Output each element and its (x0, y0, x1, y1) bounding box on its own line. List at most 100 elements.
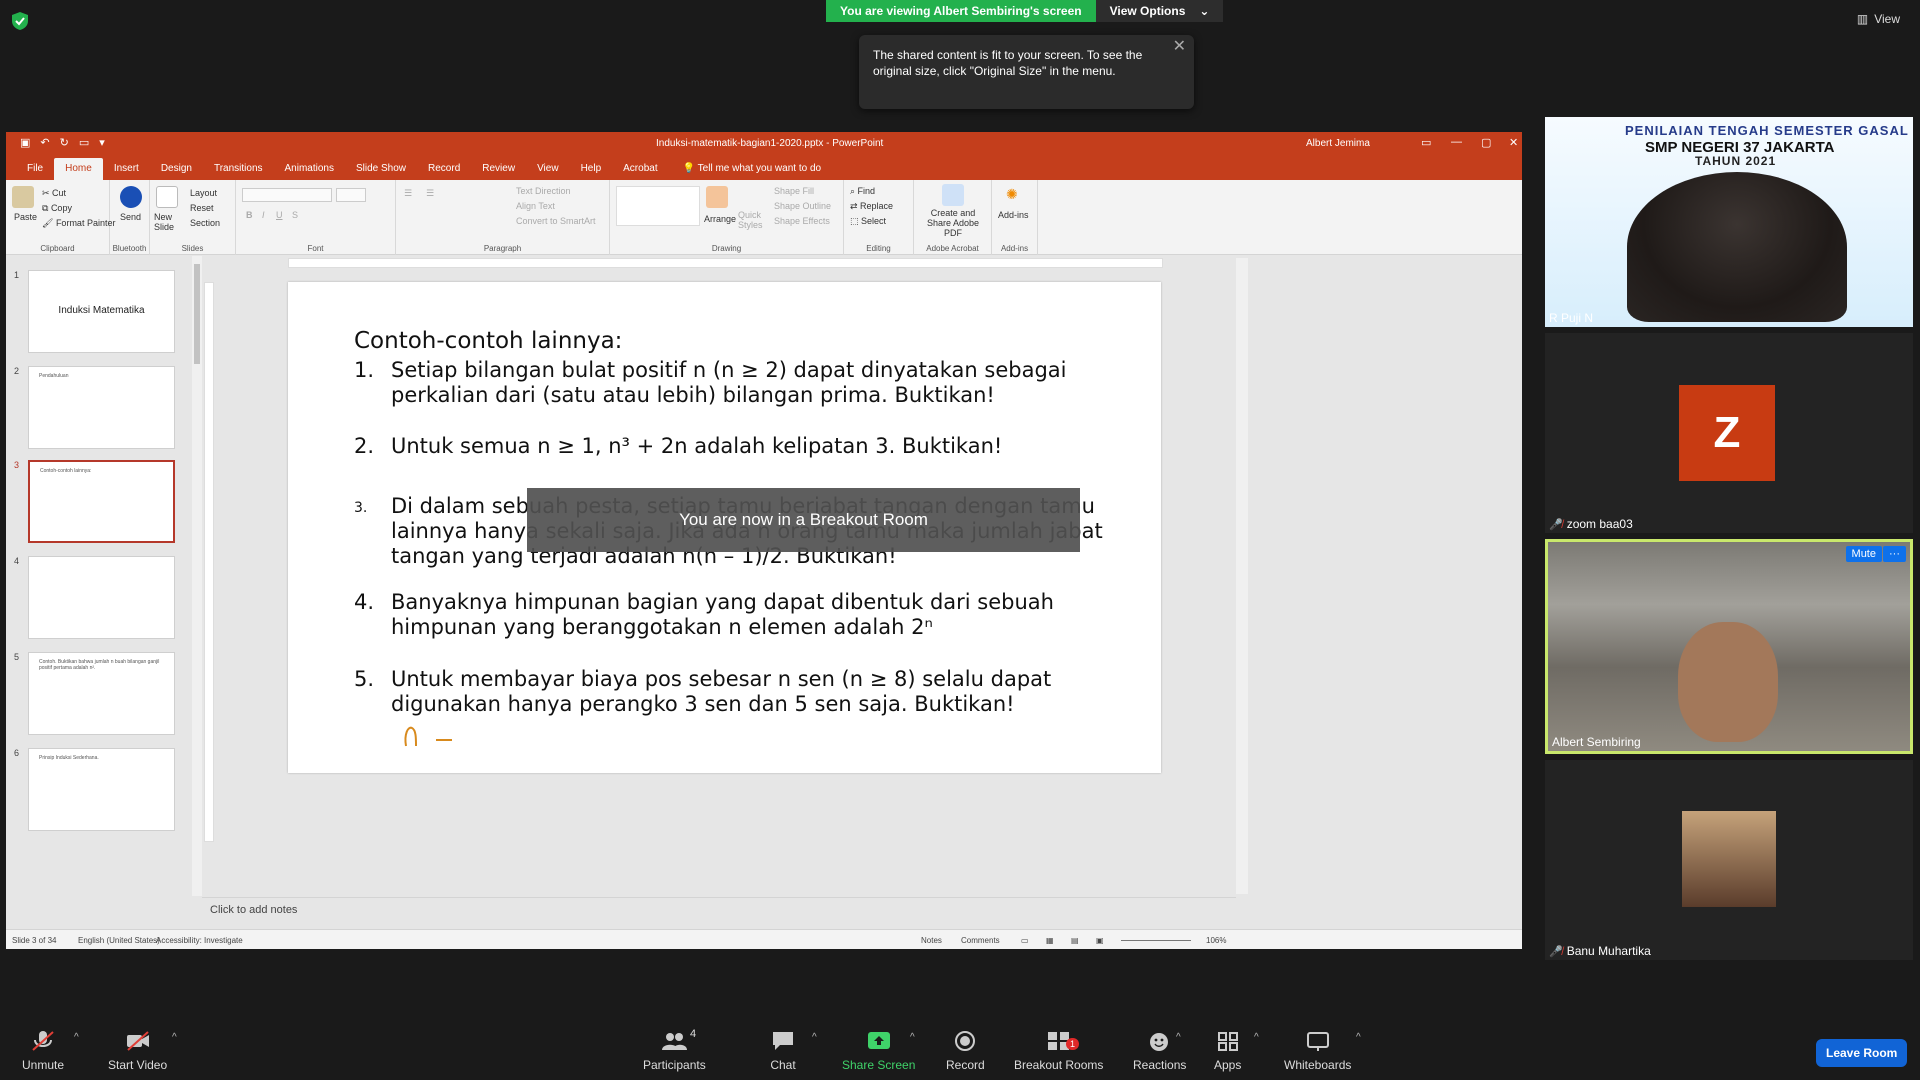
redo-icon[interactable]: ↻ (60, 136, 69, 149)
bullets-icon[interactable]: ☰ (404, 188, 412, 199)
layout-button[interactable]: Layout (190, 188, 217, 198)
format-painter-button[interactable]: 🖌 Format Painter (42, 218, 115, 229)
addins-button[interactable]: Add-ins (998, 210, 1029, 220)
slide-thumbnail[interactable]: Pendahuluan (28, 366, 175, 449)
tab-slide-show[interactable]: Slide Show (345, 158, 417, 180)
thumbnail-scrollbar[interactable] (192, 256, 202, 896)
share-options-caret[interactable]: ^ (910, 1032, 915, 1043)
whiteboards-caret[interactable]: ^ (1356, 1032, 1361, 1043)
reactions-caret[interactable]: ^ (1176, 1032, 1181, 1043)
find-button[interactable]: ⌕ Find (850, 186, 875, 197)
zoom-level[interactable]: 106% (1206, 936, 1226, 945)
quick-styles-button[interactable]: Quick Styles (738, 210, 768, 230)
select-button[interactable]: ⬚ Select (850, 216, 886, 227)
view-options-button[interactable]: View Options ⌄ (1095, 0, 1224, 22)
new-slide-button[interactable] (156, 186, 178, 210)
mute-participant-button[interactable]: Mute (1845, 546, 1882, 562)
account-name[interactable]: Albert Jemima (1306, 138, 1370, 149)
accessibility-status[interactable]: Accessibility: Investigate (156, 936, 243, 945)
view-button[interactable]: ▥ View (1857, 12, 1900, 26)
tab-view[interactable]: View (526, 158, 570, 180)
slide-thumbnail[interactable] (28, 556, 175, 639)
comments-toggle[interactable]: Comments (961, 936, 1000, 945)
slide-sorter-icon[interactable]: ▦ (1046, 936, 1054, 945)
slide-thumbnail-selected[interactable]: Contoh-contoh lainnya: (28, 460, 175, 543)
whiteboards-button[interactable]: Whiteboards (1284, 1030, 1351, 1072)
language-indicator[interactable]: English (United States) (78, 936, 160, 945)
more-options-button[interactable]: ··· (1883, 546, 1906, 562)
video-options-caret[interactable]: ^ (172, 1032, 177, 1043)
maximize-icon[interactable]: ▢ (1481, 136, 1491, 149)
italic-button[interactable]: I (262, 210, 265, 220)
normal-view-icon[interactable]: ▭ (1021, 936, 1029, 945)
bold-button[interactable]: B (246, 210, 253, 220)
start-video-button[interactable]: Start Video (108, 1030, 167, 1072)
close-icon[interactable]: ✕ (1173, 39, 1186, 55)
tab-design[interactable]: Design (150, 158, 203, 180)
section-button[interactable]: Section (190, 218, 220, 228)
arrange-button[interactable] (706, 186, 728, 210)
minimize-icon[interactable]: — (1451, 136, 1462, 148)
chat-options-caret[interactable]: ^ (812, 1032, 817, 1043)
ribbon-display-icon[interactable]: ▭ (1421, 136, 1431, 149)
tab-insert[interactable]: Insert (103, 158, 150, 180)
bluetooth-send-button[interactable] (120, 186, 142, 210)
cut-button[interactable]: ✂ Cut (42, 188, 66, 199)
participant-tile-active-speaker[interactable]: Mute ··· Albert Sembiring (1545, 539, 1913, 754)
apps-caret[interactable]: ^ (1254, 1032, 1259, 1043)
save-icon[interactable]: ▣ (20, 136, 30, 149)
copy-button[interactable]: ⧉ Copy (42, 203, 72, 214)
tab-transitions[interactable]: Transitions (203, 158, 274, 180)
reset-button[interactable]: Reset (190, 203, 214, 213)
text-direction-button[interactable]: Text Direction (516, 186, 571, 196)
replace-button[interactable]: ⇄ Replace (850, 201, 893, 212)
chat-button[interactable]: Chat (770, 1030, 796, 1072)
close-window-icon[interactable]: ✕ (1509, 136, 1518, 149)
participants-button[interactable]: Participants (643, 1030, 706, 1072)
notes-pane[interactable]: Click to add notes (202, 897, 1236, 921)
align-text-button[interactable]: Align Text (516, 201, 555, 211)
shape-effects-button[interactable]: Shape Effects (774, 216, 830, 226)
participant-tile[interactable]: Z 🎤̸ zoom baa03 (1545, 333, 1913, 533)
slide-thumbnail[interactable]: Prinsip Induksi Sederhana. (28, 748, 175, 831)
font-family-select[interactable] (242, 188, 332, 202)
tab-record[interactable]: Record (417, 158, 471, 180)
reading-view-icon[interactable]: ▤ (1071, 936, 1079, 945)
tab-review[interactable]: Review (471, 158, 526, 180)
shape-fill-button[interactable]: Shape Fill (774, 186, 814, 196)
numbering-icon[interactable]: ☰ (426, 188, 434, 199)
record-button[interactable]: Record (946, 1030, 985, 1072)
paste-button[interactable] (12, 186, 34, 210)
font-size-select[interactable] (336, 188, 366, 202)
leave-room-button[interactable]: Leave Room (1816, 1039, 1908, 1067)
underline-button[interactable]: U (276, 210, 283, 220)
tab-help[interactable]: Help (570, 158, 613, 180)
notes-toggle[interactable]: Notes (921, 936, 942, 945)
scrollbar-thumb[interactable] (194, 264, 200, 364)
zoom-slider[interactable] (1121, 940, 1191, 941)
undo-icon[interactable]: ↶ (40, 136, 49, 149)
slide-thumbnail[interactable]: Induksi Matematika (28, 270, 175, 353)
apps-button[interactable]: Apps (1214, 1030, 1241, 1072)
create-pdf-button[interactable] (942, 184, 964, 208)
unmute-button[interactable]: Unmute (22, 1030, 64, 1072)
participant-tile[interactable]: 🎤̸ Banu Muhartika (1545, 760, 1913, 960)
present-icon[interactable]: ▭ (79, 136, 89, 149)
participant-tile[interactable]: PENILAIAN TENGAH SEMESTER GASAL SMP NEGE… (1545, 117, 1913, 327)
addins-icon[interactable]: ✺ (1006, 186, 1018, 203)
shape-outline-button[interactable]: Shape Outline (774, 201, 831, 211)
security-shield-icon[interactable] (12, 12, 28, 30)
slide-thumbnail[interactable]: Contoh. Buktikan bahwa jumlah n buah bil… (28, 652, 175, 735)
convert-smartart-button[interactable]: Convert to SmartArt (516, 216, 596, 226)
breakout-rooms-button[interactable]: Breakout Rooms (1014, 1030, 1103, 1072)
share-screen-button[interactable]: Share Screen (842, 1030, 915, 1072)
tab-acrobat[interactable]: Acrobat (612, 158, 668, 180)
audio-options-caret[interactable]: ^ (74, 1032, 79, 1043)
shapes-gallery[interactable] (616, 186, 700, 226)
slide-scrollbar[interactable] (1236, 258, 1248, 894)
tab-home[interactable]: Home (54, 158, 103, 180)
tell-me-search[interactable]: 💡 Tell me what you want to do (669, 158, 827, 180)
customize-icon[interactable]: ▾ (99, 136, 105, 149)
tab-animations[interactable]: Animations (274, 158, 345, 180)
slideshow-icon[interactable]: ▣ (1096, 936, 1104, 945)
